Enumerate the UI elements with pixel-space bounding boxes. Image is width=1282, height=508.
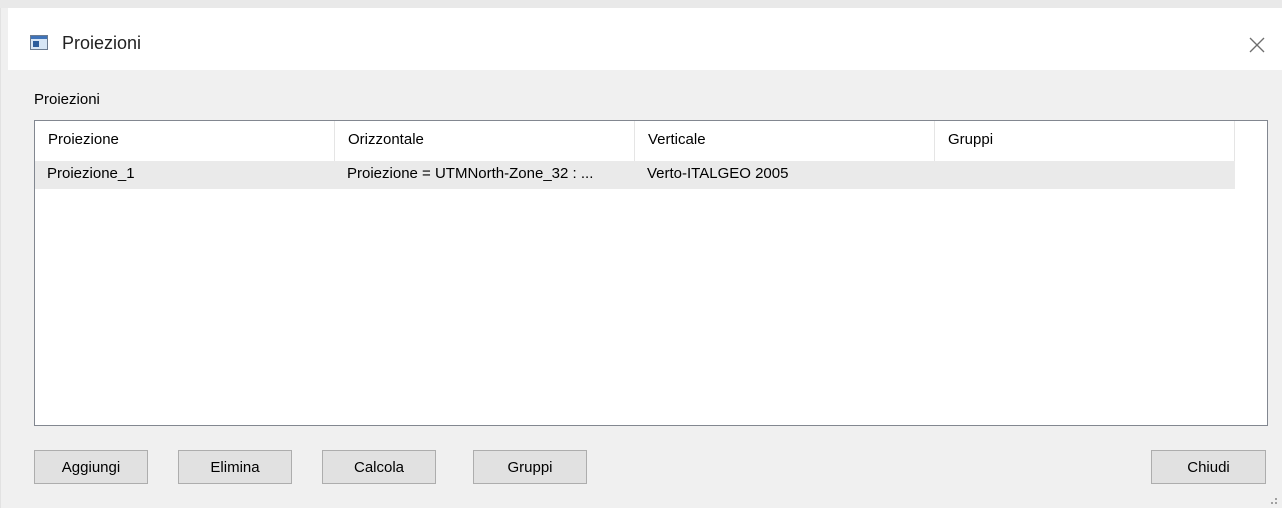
- projections-list[interactable]: Proiezione Orizzontale Verticale Gruppi …: [34, 120, 1268, 426]
- add-button[interactable]: Aggiungi: [34, 450, 148, 484]
- title-bar[interactable]: Proiezioni: [8, 8, 1282, 70]
- calculate-button[interactable]: Calcola: [322, 450, 436, 484]
- projections-group-label: Proiezioni: [34, 91, 100, 108]
- cell-horizontal: Proiezione = UTMNorth-Zone_32 : ...: [347, 165, 594, 182]
- groups-button[interactable]: Gruppi: [473, 450, 587, 484]
- window-title: Proiezioni: [62, 33, 142, 53]
- projections-dialog: Proiezioni Proiezioni Proiezione Orizzon…: [0, 0, 1282, 508]
- column-header-horizontal[interactable]: Orizzontale: [335, 121, 635, 161]
- list-header: Proiezione Orizzontale Verticale Gruppi: [35, 121, 1235, 161]
- delete-button[interactable]: Elimina: [178, 450, 292, 484]
- close-icon[interactable]: [1246, 34, 1268, 56]
- table-row[interactable]: Proiezione_1 Proiezione = UTMNorth-Zone_…: [35, 161, 1235, 189]
- resize-grip-icon[interactable]: [1266, 492, 1278, 504]
- cell-projection: Proiezione_1: [47, 165, 135, 182]
- column-header-vertical[interactable]: Verticale: [635, 121, 935, 161]
- window-icon: [30, 35, 48, 50]
- window-top-edge: [0, 0, 1282, 8]
- close-button[interactable]: Chiudi: [1151, 450, 1266, 484]
- column-header-groups[interactable]: Gruppi: [935, 121, 1235, 161]
- cell-vertical: Verto-ITALGEO 2005: [647, 165, 789, 182]
- cell-groups: [935, 161, 1235, 189]
- column-header-projection[interactable]: Proiezione: [35, 121, 335, 161]
